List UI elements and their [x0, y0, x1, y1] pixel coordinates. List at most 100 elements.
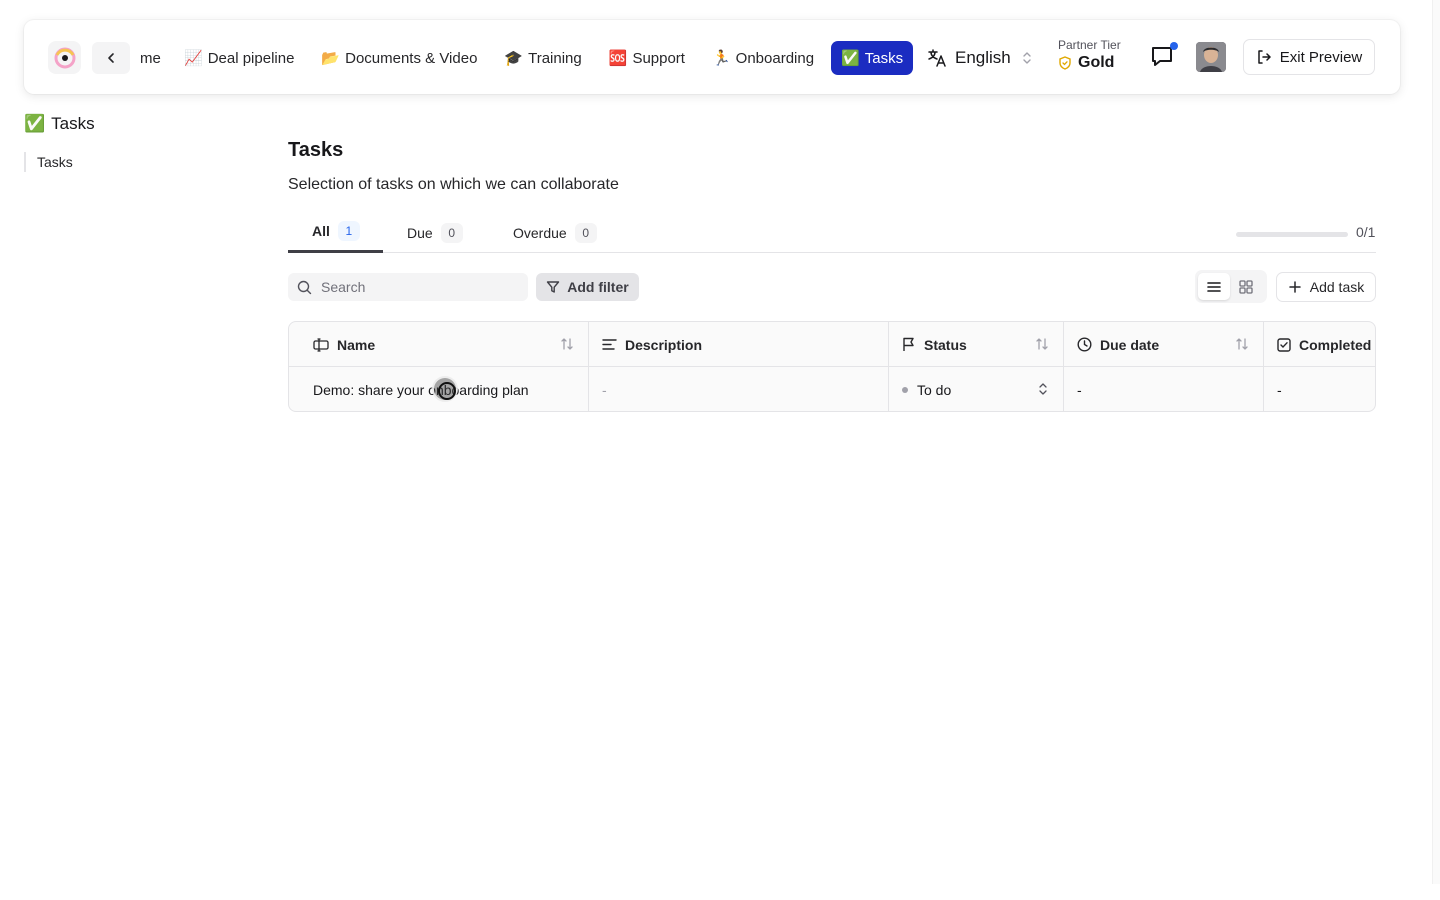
completion-progress-text: 0/1	[1356, 224, 1376, 240]
nav-item-deal-pipeline[interactable]: 📈 Deal pipeline	[174, 41, 304, 75]
search-field[interactable]	[288, 273, 528, 301]
flag-icon	[902, 337, 916, 352]
sort-icon[interactable]	[1235, 336, 1249, 352]
column-header-label: Description	[625, 336, 703, 353]
nav-item-training[interactable]: 🎓 Training	[494, 41, 591, 75]
partner-tier: Partner Tier Gold	[1058, 38, 1121, 72]
tab-count: 0	[440, 222, 463, 243]
nav-item-label: Onboarding	[735, 49, 815, 67]
tab-overdue[interactable]: Overdue 0	[513, 212, 597, 253]
cell-description[interactable]: -	[589, 367, 889, 411]
nav-item-label: Deal pipeline	[207, 49, 295, 67]
align-left-icon	[602, 338, 617, 351]
column-header-label: Completed	[1299, 336, 1372, 353]
tab-label: Due	[407, 224, 433, 241]
page-title: Tasks	[288, 139, 344, 161]
add-task-button[interactable]: Add task	[1276, 272, 1376, 302]
avatar-icon	[1196, 42, 1226, 72]
list-view-button[interactable]	[1198, 273, 1230, 300]
table-header: Name Description Status Due date Complet…	[289, 322, 1375, 367]
sos-icon: 🆘	[608, 50, 628, 67]
nav-item-tasks[interactable]: ✅ Tasks	[831, 41, 914, 75]
search-input[interactable]	[321, 279, 511, 295]
column-header-description[interactable]: Description	[589, 322, 889, 367]
checkbox-icon	[1277, 337, 1291, 352]
messages-button[interactable]	[1150, 42, 1178, 70]
grid-view-button[interactable]	[1230, 273, 1262, 300]
nav-item-onboarding[interactable]: 🏃 Onboarding	[702, 41, 824, 75]
sidebar-title-label: Tasks	[51, 114, 95, 133]
search-icon	[297, 280, 312, 294]
tab-all[interactable]: All 1	[288, 212, 383, 253]
language-select[interactable]: English	[927, 42, 1033, 74]
filter-icon	[547, 281, 560, 293]
logo-icon	[54, 47, 75, 68]
nav-item-label: Tasks	[864, 49, 904, 67]
tab-due[interactable]: Due 0	[407, 212, 463, 253]
sort-icon[interactable]	[560, 336, 574, 352]
nav-scroll-left-button[interactable]	[92, 42, 130, 74]
text-cursor-icon	[313, 337, 329, 352]
nav-item-label: Training	[528, 49, 582, 67]
user-avatar[interactable]	[1196, 42, 1226, 72]
partner-tier-value: Gold	[1058, 54, 1121, 72]
check-mark-icon: ✅	[841, 50, 860, 67]
nav-item-label: Support	[632, 49, 685, 67]
nav-item-clipped[interactable]: me	[140, 42, 161, 74]
nav-item-support[interactable]: 🆘 Support	[599, 41, 695, 75]
shield-icon	[1059, 56, 1071, 70]
chart-increasing-icon: 📈	[184, 50, 203, 67]
tab-count: 1	[337, 221, 360, 241]
chevron-updown-icon	[1039, 383, 1047, 395]
exit-preview-button[interactable]: Exit Preview	[1243, 39, 1375, 75]
sort-icon[interactable]	[1035, 336, 1049, 352]
partner-tier-name: Gold	[1078, 54, 1115, 71]
cell-due-date[interactable]: -	[1064, 367, 1264, 411]
add-task-label: Add task	[1309, 279, 1365, 295]
chevron-updown-icon	[1023, 52, 1031, 64]
task-tabs: All 1 Due 0 Overdue 0 0/1	[288, 212, 1376, 253]
app-logo[interactable]	[48, 41, 81, 74]
cell-status[interactable]: To do	[889, 367, 1064, 411]
exit-preview-label: Exit Preview	[1279, 48, 1363, 66]
view-toggle	[1195, 270, 1267, 303]
graduation-cap-icon: 🎓	[504, 50, 524, 67]
sidebar-title: ✅ Tasks	[24, 114, 95, 134]
completion-progress-bar	[1236, 232, 1348, 237]
column-header-completed[interactable]: Completed	[1264, 322, 1375, 367]
column-header-name[interactable]: Name	[289, 322, 589, 367]
nav-item-clipped-label: me	[140, 49, 161, 67]
page-description: Selection of tasks on which we can colla…	[288, 176, 619, 193]
column-header-label: Due date	[1100, 336, 1160, 353]
column-header-label: Status	[924, 336, 967, 353]
partner-tier-label: Partner Tier	[1058, 38, 1121, 52]
nav-item-documents-video[interactable]: 📂 Documents & Video	[311, 41, 487, 75]
column-header-status[interactable]: Status	[889, 322, 1064, 367]
cell-completed[interactable]: -	[1264, 367, 1375, 411]
language-value: English	[955, 48, 1011, 67]
grid-icon	[1239, 279, 1253, 294]
plus-icon	[1289, 281, 1301, 293]
status-dot	[902, 386, 908, 393]
tab-label: All	[312, 223, 330, 239]
list-icon	[1207, 281, 1221, 292]
nav-item-label: Documents & Video	[345, 49, 478, 67]
sidebar-item-tasks[interactable]: Tasks	[24, 152, 73, 172]
top-navigation: me 📈 Deal pipeline 📂 Documents & Video 🎓…	[24, 20, 1400, 94]
clock-icon	[1077, 337, 1092, 352]
add-filter-button[interactable]: Add filter	[536, 273, 639, 301]
page-scrollbar[interactable]	[1432, 0, 1440, 884]
check-mark-icon: ✅	[24, 114, 46, 133]
chevron-left-icon	[108, 53, 114, 63]
tab-label: Overdue	[513, 224, 567, 241]
column-header-label: Name	[337, 336, 376, 353]
mouse-cursor-indicator	[432, 376, 458, 402]
runner-icon: 🏃	[711, 50, 731, 67]
logout-icon	[1257, 50, 1271, 64]
folder-icon: 📂	[321, 50, 341, 67]
column-header-due-date[interactable]: Due date	[1064, 322, 1264, 367]
status-value: To do	[917, 381, 952, 398]
add-filter-label: Add filter	[567, 279, 629, 295]
tab-count: 0	[574, 222, 597, 243]
notification-dot	[1170, 42, 1178, 50]
